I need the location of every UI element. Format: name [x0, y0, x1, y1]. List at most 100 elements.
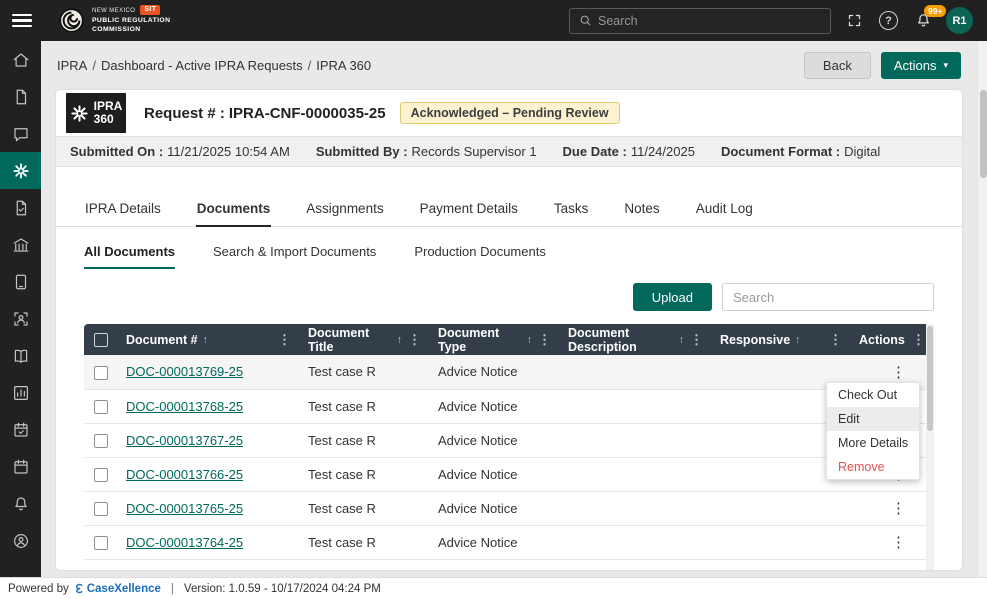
sidebar-item-calendar[interactable]	[0, 448, 41, 485]
menu-item-remove[interactable]: Remove	[827, 455, 919, 479]
request-number-title: Request # : IPRA-CNF-0000035-25	[144, 105, 386, 122]
column-menu-icon[interactable]: ⋮	[828, 332, 843, 348]
select-all-checkbox[interactable]	[94, 332, 108, 347]
document-link[interactable]: DOC-000013769-25	[126, 364, 243, 379]
col-header-document-type[interactable]: Document Type ↑ ⋮	[430, 324, 560, 355]
column-menu-icon[interactable]: ⋮	[277, 332, 292, 348]
document-type-cell: Advice Notice	[430, 457, 560, 492]
document-type-cell: Advice Notice	[430, 423, 560, 458]
sidebar-item-library[interactable]	[0, 337, 41, 374]
back-button[interactable]: Back	[803, 52, 871, 79]
row-checkbox[interactable]	[94, 535, 108, 550]
sidebar-item-scheduled-tasks[interactable]	[0, 411, 41, 448]
sidebar-item-contacts[interactable]	[0, 522, 41, 559]
col-header-document-number[interactable]: Document # ↑ ⋮	[118, 324, 300, 355]
col-header-document-title[interactable]: Document Title ↑ ⋮	[300, 324, 430, 355]
table-header-row: Document # ↑ ⋮ Document Title ↑ ⋮ Document T…	[84, 324, 934, 355]
col-header-responsive[interactable]: Responsive ↑ ⋮	[712, 324, 851, 355]
menu-item-edit[interactable]: Edit	[827, 407, 919, 431]
document-link[interactable]: DOC-000013763-25	[126, 569, 243, 571]
global-search-input[interactable]	[598, 13, 821, 28]
tab-assignments[interactable]: Assignments	[305, 190, 384, 227]
sort-asc-icon[interactable]: ↑	[203, 334, 208, 346]
column-menu-icon[interactable]: ⋮	[911, 332, 926, 348]
document-link[interactable]: DOC-000013764-25	[126, 535, 243, 550]
col-header-document-description[interactable]: Document Description ↑ ⋮	[560, 324, 712, 355]
row-actions-kebab-icon[interactable]: ⋮	[887, 499, 910, 517]
menu-item-more-details[interactable]: More Details	[827, 431, 919, 455]
breadcrumb-ipra[interactable]: IPRA	[57, 58, 87, 73]
notifications-button[interactable]: 99+	[915, 5, 947, 29]
menu-item-check-out[interactable]: Check Out	[827, 383, 919, 407]
casexellence-brand[interactable]: CaseXellence	[74, 583, 161, 595]
tab-documents[interactable]: Documents	[195, 190, 272, 227]
main-content: IPRA / Dashboard - Active IPRA Requests / IP…	[41, 41, 977, 577]
row-actions-kebab-icon[interactable]: ⋮	[887, 533, 910, 551]
document-link[interactable]: DOC-000013765-25	[126, 501, 243, 516]
sidebar-item-identity[interactable]	[0, 300, 41, 337]
row-actions-kebab-icon[interactable]: ⋮	[887, 567, 910, 570]
tab-ipra-details[interactable]: IPRA Details	[84, 190, 162, 227]
page-scrollbar-thumb[interactable]	[979, 90, 987, 178]
subtab-search-import-documents[interactable]: Search & Import Documents	[213, 244, 376, 269]
meta-submitted-by: Submitted By : Records Supervisor 1	[315, 144, 537, 159]
column-menu-icon[interactable]: ⋮	[689, 332, 704, 348]
document-subtabs: All Documents Search & Import Documents …	[56, 227, 962, 269]
document-link[interactable]: DOC-000013768-25	[126, 399, 243, 414]
document-description-cell	[560, 491, 712, 526]
sidebar-item-messages[interactable]	[0, 115, 41, 152]
fullscreen-icon[interactable]	[847, 13, 862, 28]
sort-asc-icon[interactable]: ↑	[527, 334, 532, 346]
tab-notes[interactable]: Notes	[623, 190, 660, 227]
tab-tasks[interactable]: Tasks	[553, 190, 590, 227]
sidebar-item-documents[interactable]	[0, 78, 41, 115]
table-row: DOC-000013763-25 Test case R Advice Noti…	[84, 559, 934, 570]
row-checkbox[interactable]	[94, 467, 108, 482]
column-menu-icon[interactable]: ⋮	[537, 332, 552, 348]
sort-asc-icon[interactable]: ↑	[795, 334, 800, 346]
table-row: DOC-000013768-25 Test case R Advice Noti…	[84, 389, 934, 424]
breadcrumb-separator: /	[92, 58, 96, 73]
document-title-cell: Test case R	[300, 491, 430, 526]
sort-asc-icon[interactable]: ↑	[679, 334, 684, 346]
documents-search-input[interactable]	[722, 283, 934, 311]
tab-audit-log[interactable]: Audit Log	[695, 190, 754, 227]
sidebar-item-forms[interactable]	[0, 263, 41, 300]
page-scrollbar[interactable]	[977, 41, 987, 577]
sidebar-item-alerts[interactable]	[0, 485, 41, 522]
row-actions-kebab-icon[interactable]: ⋮	[887, 363, 910, 381]
row-checkbox[interactable]	[94, 433, 108, 448]
row-checkbox[interactable]	[94, 365, 108, 380]
search-icon	[580, 15, 591, 26]
meta-submitted-on: Submitted On :11/21/2025 10:54 AM	[70, 144, 290, 159]
tab-payment-details[interactable]: Payment Details	[419, 190, 519, 227]
document-link[interactable]: DOC-000013766-25	[126, 467, 243, 482]
subtab-all-documents[interactable]: All Documents	[84, 244, 176, 269]
subtab-production-documents[interactable]: Production Documents	[414, 244, 546, 269]
sidebar-item-home[interactable]	[0, 41, 41, 78]
file-icon	[16, 89, 26, 104]
row-checkbox[interactable]	[94, 399, 108, 414]
column-menu-icon[interactable]: ⋮	[407, 332, 422, 348]
hamburger-menu-icon[interactable]	[12, 13, 32, 28]
sort-asc-icon[interactable]: ↑	[397, 334, 402, 346]
documents-table-container: Document # ↑ ⋮ Document Title ↑ ⋮ Document T…	[84, 324, 934, 570]
document-title-cell: Test case R	[300, 355, 430, 390]
sidebar-item-ipra-360[interactable]	[0, 152, 41, 189]
document-link[interactable]: DOC-000013767-25	[126, 433, 243, 448]
sidebar-item-records[interactable]	[0, 189, 41, 226]
help-icon[interactable]: ?	[879, 11, 898, 30]
row-checkbox[interactable]	[94, 501, 108, 516]
breadcrumb-dashboard[interactable]: Dashboard - Active IPRA Requests	[101, 58, 303, 73]
sidebar-item-organizations[interactable]	[0, 226, 41, 263]
table-scrollbar-thumb[interactable]	[927, 326, 933, 431]
user-avatar[interactable]: R1	[946, 7, 973, 34]
org-name-line3: COMMISSION	[92, 25, 141, 33]
request-header: IPRA 360 Request # : IPRA-CNF-0000035-25 A…	[56, 90, 962, 136]
org-name: NEW MEXICO SIT PUBLIC REGULATION COMMISSI…	[92, 4, 170, 35]
app-window: NEW MEXICO SIT PUBLIC REGULATION COMMISSI…	[0, 0, 987, 599]
actions-dropdown-button[interactable]: Actions ▾	[880, 52, 961, 79]
table-scrollbar[interactable]	[926, 324, 934, 570]
sidebar-item-reports[interactable]	[0, 374, 41, 411]
upload-button[interactable]: Upload	[632, 283, 712, 311]
